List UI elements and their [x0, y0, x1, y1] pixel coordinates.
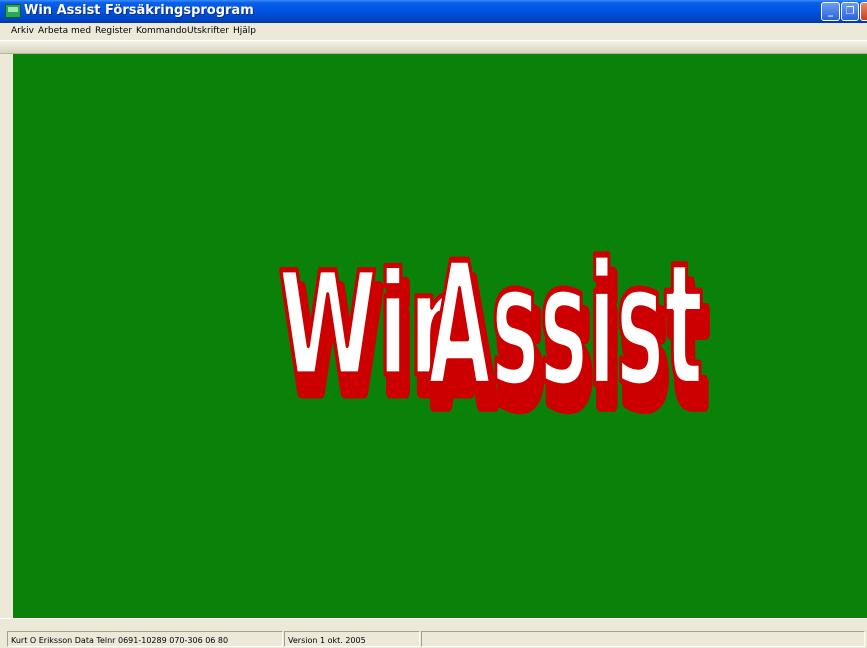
- status-version-text: Version 1 okt. 2005: [288, 636, 366, 645]
- status-panel-empty: [421, 631, 865, 647]
- menu-utskrifter[interactable]: Utskrifter: [187, 23, 229, 40]
- logo-word2: Assist: [428, 226, 703, 425]
- menu-hjalp[interactable]: Hjälp: [233, 23, 256, 40]
- maximize-icon: ❐: [845, 6, 855, 17]
- minimize-button[interactable]: _: [821, 2, 840, 21]
- maximize-button[interactable]: ❐: [841, 2, 859, 21]
- left-frame-edge: [0, 54, 13, 618]
- status-bar: Kurt O Eriksson Data Telnr 0691-10289 07…: [0, 630, 867, 648]
- status-company-text: Kurt O Eriksson Data Telnr 0691-10289 07…: [11, 636, 229, 645]
- close-button[interactable]: [860, 2, 867, 21]
- toolbar-strip: [0, 40, 867, 54]
- menu-arbeta-med[interactable]: Arbeta med: [38, 23, 91, 40]
- bottom-frame-edge: [0, 618, 867, 630]
- title-bar[interactable]: Win Assist Försäkringsprogram _ ❐: [0, 0, 867, 23]
- menu-arkiv[interactable]: Arkiv: [11, 23, 34, 40]
- menu-register[interactable]: Register: [95, 23, 132, 40]
- win-assist-logo: Win Win Assist Assist: [276, 224, 714, 451]
- app-icon[interactable]: [5, 4, 21, 18]
- menu-bar: Arkiv Arbeta med Register Kommando Utskr…: [0, 23, 867, 40]
- menu-kommando[interactable]: Kommando: [136, 23, 187, 40]
- window-title: Win Assist Försäkringsprogram: [24, 3, 254, 18]
- status-panel-company: Kurt O Eriksson Data Telnr 0691-10289 07…: [7, 631, 283, 647]
- status-panel-version: Version 1 okt. 2005: [284, 631, 420, 647]
- minimize-icon: _: [828, 6, 833, 17]
- main-canvas: Win Win Assist Assist: [13, 54, 867, 618]
